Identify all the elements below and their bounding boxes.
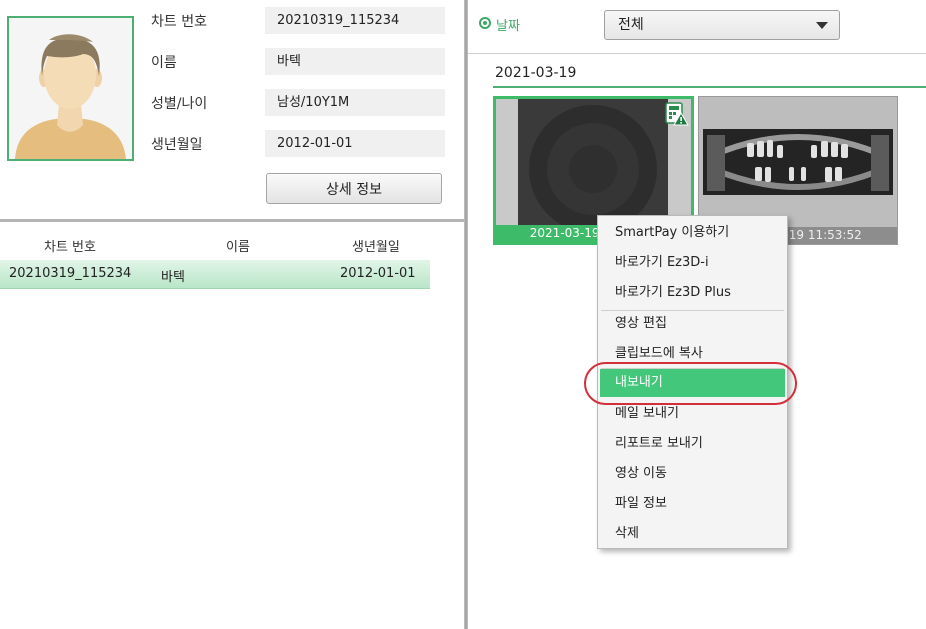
patient-avatar [7, 16, 134, 161]
row-birthdate: 2012-01-01 [340, 266, 416, 281]
menu-item-smartpay[interactable]: SmartPay 이용하기 [598, 219, 787, 247]
menu-item-move-image[interactable]: 영상 이동 [598, 460, 787, 488]
column-header-name[interactable]: 이름 [226, 236, 250, 255]
chart-number-label: 차트 번호 [151, 14, 207, 30]
date-filter-select[interactable]: 전체 [604, 10, 840, 40]
vertical-splitter[interactable] [464, 0, 468, 629]
table-row[interactable]: 20210319_115234 바텍 2012-01-01 [0, 260, 430, 289]
patient-info-panel: 차트 번호 20210319_115234 이름 바텍 성별/나이 남성/10Y… [0, 0, 466, 221]
menu-item-edit-image[interactable]: 영상 편집 [598, 310, 787, 338]
row-chart-number: 20210319_115234 [9, 266, 132, 281]
xray-scan-image [496, 99, 691, 233]
filter-separator [468, 53, 926, 54]
menu-item-send-report[interactable]: 리포트로 보내기 [598, 430, 787, 458]
detail-info-button[interactable]: 상세 정보 [266, 173, 442, 204]
panel-divider [0, 219, 466, 222]
image-group-date: 2021-03-19 [495, 65, 577, 81]
row-name: 바텍 [161, 270, 185, 285]
menu-item-export[interactable]: 내보내기 [600, 369, 785, 397]
context-menu: SmartPay 이용하기 바로가기 Ez3D-i 바로가기 Ez3D Plus… [597, 215, 788, 549]
warning-icon [665, 102, 689, 126]
date-radio-label[interactable]: 날짜 [496, 15, 520, 34]
menu-item-file-info[interactable]: 파일 정보 [598, 490, 787, 518]
birthdate-value: 2012-01-01 [265, 130, 445, 157]
date-group-underline [493, 86, 926, 88]
chart-number-value: 20210319_115234 [265, 7, 445, 34]
gender-age-label: 성별/나이 [151, 96, 208, 112]
menu-item-copy-clipboard[interactable]: 클립보드에 복사 [598, 340, 787, 368]
menu-item-send-mail[interactable]: 메일 보내기 [598, 400, 787, 428]
date-filter-value: 전체 [618, 17, 644, 33]
gender-age-value: 남성/10Y1M [265, 89, 445, 116]
panoramic-xray-image [699, 97, 897, 227]
name-value: 바텍 [265, 48, 445, 75]
column-header-birthdate[interactable]: 생년월일 [352, 236, 400, 255]
menu-item-delete[interactable]: 삭제 [598, 520, 787, 548]
person-icon [9, 18, 132, 159]
menu-item-shortcut-ez3d-i[interactable]: 바로가기 Ez3D-i [598, 249, 787, 277]
date-radio-button[interactable] [479, 17, 491, 29]
name-label: 이름 [151, 55, 177, 71]
column-header-chart-number[interactable]: 차트 번호 [44, 236, 96, 255]
chevron-down-icon [816, 22, 828, 29]
menu-item-shortcut-ez3d-plus[interactable]: 바로가기 Ez3D Plus [598, 279, 787, 307]
birthdate-label: 생년월일 [151, 137, 203, 153]
